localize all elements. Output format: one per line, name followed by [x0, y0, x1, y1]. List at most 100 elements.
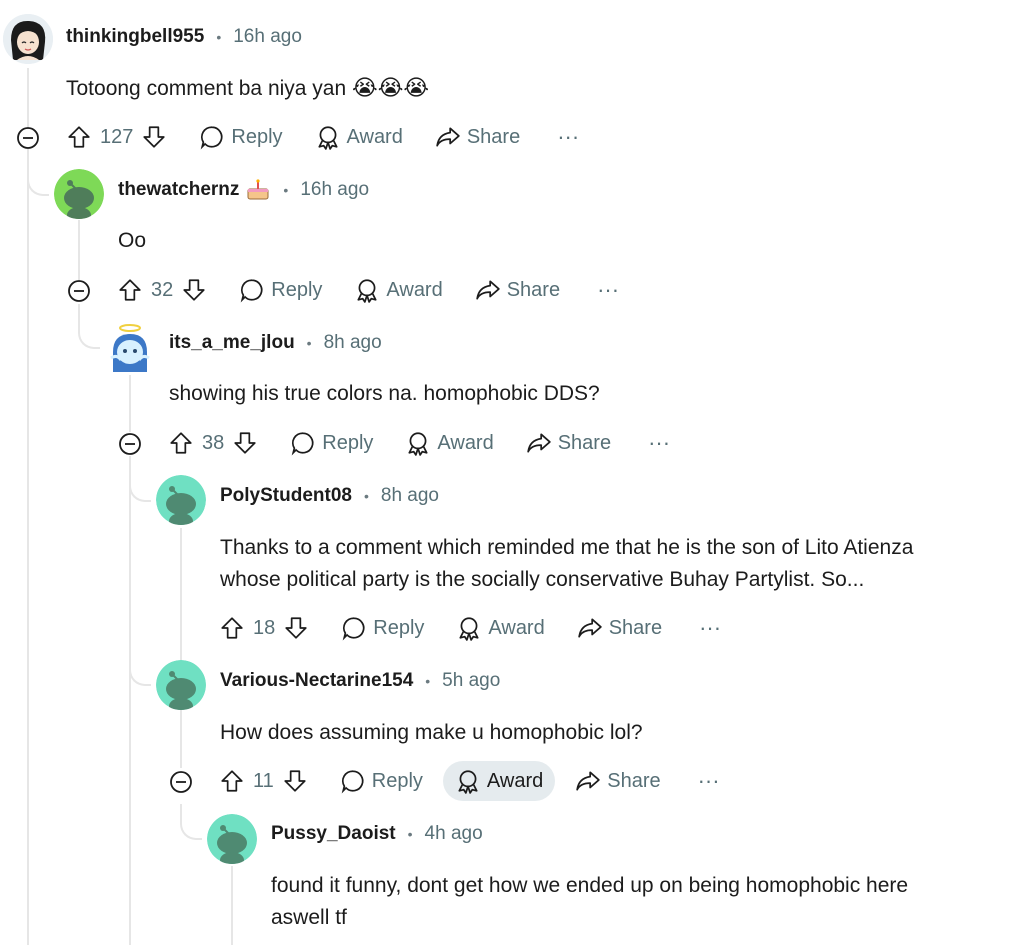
comment-meta: Various-Nectarine154 • 5h ago	[220, 669, 500, 693]
more-options-button[interactable]: ···	[639, 423, 679, 463]
thread-line[interactable]	[27, 68, 29, 945]
vote-group: 11	[219, 761, 308, 801]
avatar[interactable]	[156, 475, 206, 525]
snoo-avatar-icon	[156, 660, 206, 710]
collapse-icon[interactable]	[67, 279, 91, 303]
user-avatar-icon	[3, 14, 53, 64]
more-options-button[interactable]: ···	[690, 608, 730, 648]
comment-actions: 11 Reply Award Share ···	[219, 761, 729, 801]
award-icon	[459, 617, 479, 641]
thread-connector	[78, 313, 100, 349]
separator-dot: •	[216, 29, 222, 45]
avatar[interactable]	[54, 169, 104, 219]
thread-line[interactable]	[78, 220, 80, 280]
cake-icon	[247, 179, 269, 200]
reply-button[interactable]: Reply	[227, 270, 334, 310]
downvote-icon[interactable]	[232, 430, 258, 456]
avatar[interactable]	[207, 814, 257, 864]
comment-text: Oo	[118, 229, 147, 252]
comment-bubble-icon	[201, 126, 223, 150]
comment-meta: Pussy_Daoist • 4h ago	[271, 822, 483, 846]
reply-button[interactable]: Reply	[278, 423, 385, 463]
upvote-icon[interactable]	[168, 430, 194, 456]
award-label: Award	[486, 769, 544, 792]
timestamp[interactable]: 16h ago	[233, 26, 302, 48]
upvote-icon[interactable]	[219, 615, 245, 641]
upvote-icon[interactable]	[117, 277, 143, 303]
share-button[interactable]: Share	[565, 608, 674, 648]
award-button[interactable]: Award	[442, 761, 556, 801]
reply-label: Reply	[371, 769, 423, 792]
comment-bubble-icon	[341, 770, 364, 794]
upvote-icon[interactable]	[66, 124, 92, 150]
vote-count: 11	[253, 769, 274, 792]
more-options-button[interactable]: ···	[689, 761, 729, 801]
username[interactable]: thewatchernz	[118, 179, 239, 201]
award-button[interactable]: Award	[393, 423, 505, 463]
share-button[interactable]: Share	[514, 423, 623, 463]
vote-group: 38	[168, 423, 258, 463]
comment-body: Thanks to a comment which reminded me th…	[220, 532, 913, 596]
award-icon	[357, 279, 377, 303]
award-button[interactable]: Award	[444, 608, 556, 648]
award-button[interactable]: Award	[342, 270, 454, 310]
share-button[interactable]: Share	[463, 270, 572, 310]
downvote-icon[interactable]	[181, 277, 207, 303]
share-icon	[436, 127, 460, 147]
more-label: ···	[557, 124, 580, 149]
comment-bubble-icon	[342, 617, 365, 641]
more-options-button[interactable]: ···	[588, 270, 628, 310]
share-icon	[576, 771, 600, 791]
thread-connector	[180, 804, 202, 840]
downvote-icon[interactable]	[282, 768, 308, 794]
share-button[interactable]: Share	[423, 117, 532, 157]
share-button[interactable]: Share	[563, 761, 672, 801]
username[interactable]: Pussy_Daoist	[271, 823, 396, 845]
timestamp[interactable]: 8h ago	[324, 332, 382, 354]
username[interactable]: Various-Nectarine154	[220, 670, 413, 692]
more-options-button[interactable]: ···	[548, 117, 588, 157]
timestamp[interactable]: 4h ago	[425, 823, 483, 845]
comment-body: How does assuming make u homophobic lol?	[220, 717, 643, 749]
comment-body: Oo	[118, 225, 146, 257]
username[interactable]: its_a_me_jlou	[169, 332, 295, 354]
award-icon	[317, 126, 338, 150]
thread-connector	[129, 650, 151, 686]
collapse-icon[interactable]	[118, 432, 142, 456]
comment-body: Totoong comment ba niya yan 😭😭😭	[66, 72, 429, 105]
thread-line[interactable]	[180, 528, 182, 768]
award-button[interactable]: Award	[303, 117, 415, 157]
thread-line[interactable]	[231, 866, 233, 945]
collapse-icon[interactable]	[169, 770, 193, 794]
award-icon	[458, 770, 478, 794]
upvote-icon[interactable]	[219, 768, 245, 794]
avatar[interactable]	[156, 660, 206, 710]
comment-text-line: Thanks to a comment which reminded me th…	[220, 536, 914, 559]
separator-dot: •	[283, 182, 289, 198]
comment-meta: PolyStudent08 • 8h ago	[220, 484, 439, 508]
separator-dot: •	[407, 826, 413, 842]
avatar[interactable]	[105, 322, 155, 372]
comment-bubble-icon	[240, 279, 263, 303]
snoo-avatar-icon	[54, 169, 104, 219]
username[interactable]: PolyStudent08	[220, 485, 352, 507]
thread-line[interactable]	[129, 456, 131, 945]
reply-button[interactable]: Reply	[328, 761, 435, 801]
thread-line[interactable]	[129, 375, 131, 432]
award-icon	[408, 432, 428, 456]
username[interactable]: thinkingbell955	[66, 26, 204, 48]
reply-button[interactable]: Reply	[329, 608, 436, 648]
share-label: Share	[557, 431, 612, 454]
vote-count: 32	[151, 278, 174, 301]
collapse-icon[interactable]	[16, 126, 40, 150]
timestamp[interactable]: 16h ago	[300, 179, 369, 201]
timestamp[interactable]: 8h ago	[381, 485, 439, 507]
comment-body: showing his true colors na. homophobic D…	[169, 378, 600, 410]
downvote-icon[interactable]	[283, 615, 309, 641]
reply-button[interactable]: Reply	[187, 117, 294, 157]
downvote-icon[interactable]	[141, 124, 167, 150]
timestamp[interactable]: 5h ago	[442, 670, 500, 692]
comment-text-line: whose political party is the socially co…	[220, 568, 865, 591]
avatar[interactable]	[3, 14, 53, 64]
snoo-avatar-icon	[156, 475, 206, 525]
